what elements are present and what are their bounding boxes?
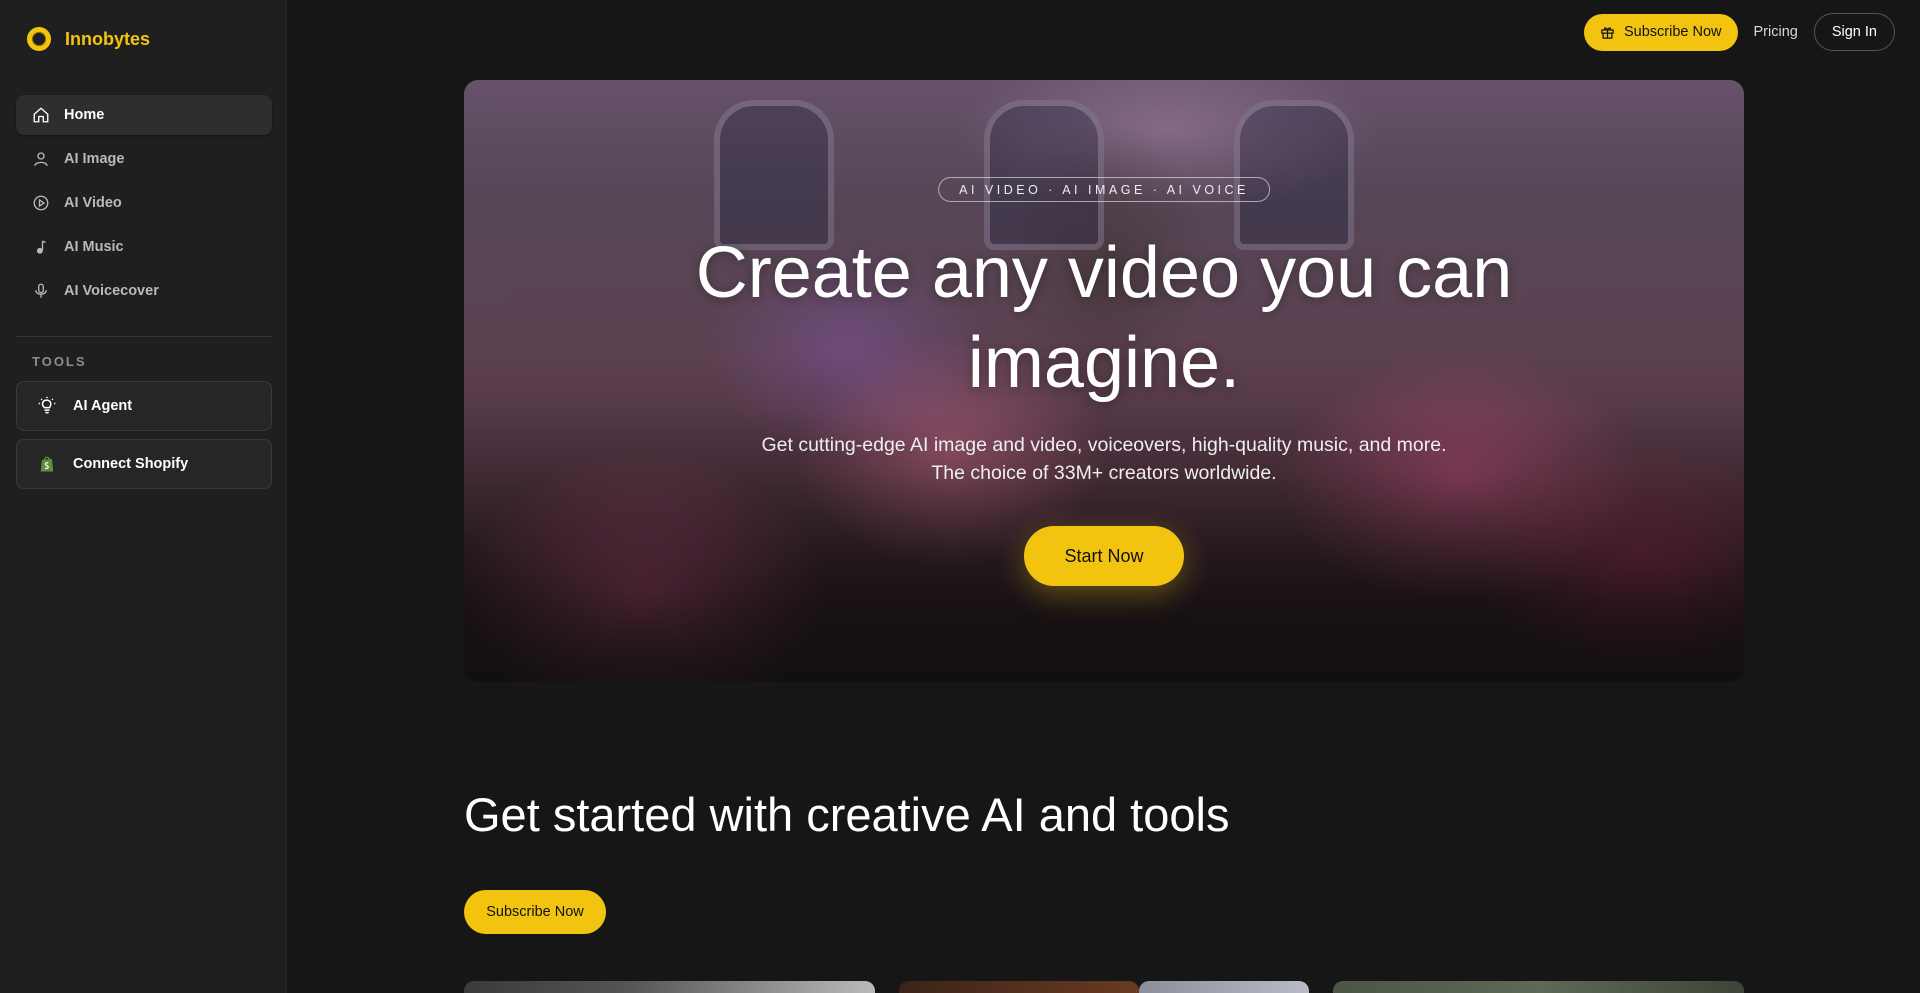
sidebar-item-label: AI Music (64, 239, 124, 255)
brand[interactable]: Innobytes (27, 27, 150, 51)
home-icon (33, 107, 49, 123)
tool-ai-agent[interactable]: AI Agent (16, 381, 272, 431)
hero-banner: AI VIDEO · AI IMAGE · AI VOICE Create an… (464, 80, 1744, 682)
brand-logo-icon (27, 27, 51, 51)
shopify-icon (40, 456, 54, 472)
play-circle-icon (33, 195, 49, 211)
person-icon (34, 152, 48, 166)
sign-in-label: Sign In (1831, 24, 1877, 40)
sidebar-item-label: AI Voicecover (64, 283, 159, 299)
tools-heading: TOOLS (32, 354, 87, 369)
sidebar-item-home[interactable]: Home (16, 95, 272, 135)
feature-card-thumbnail[interactable] (464, 981, 875, 993)
feature-card-thumbnail[interactable] (1333, 981, 1744, 993)
sign-in-button[interactable]: Sign In (1813, 13, 1895, 51)
tool-label: Connect Shopify (73, 456, 189, 472)
microphone-icon (35, 283, 47, 298)
music-note-icon (36, 240, 46, 254)
sidebar-item-ai-video[interactable]: AI Video (16, 183, 272, 223)
subscribe-button-top[interactable]: Subscribe Now (1584, 13, 1738, 51)
tool-label: AI Agent (73, 398, 133, 414)
hero-subtitle-line2: The choice of 33M+ creators worldwide. (931, 462, 1277, 484)
feature-card-thumbnail[interactable] (899, 981, 1139, 993)
subscribe-button-label: Subscribe Now (1624, 24, 1722, 40)
hero-content: AI VIDEO · AI IMAGE · AI VOICE Create an… (464, 80, 1744, 682)
sidebar-nav: Home AI Image AI Video AI Music AI Voice… (16, 95, 272, 315)
section-title: Get started with creative AI and tools (464, 788, 1230, 841)
subscribe-button-main[interactable]: Subscribe Now (464, 890, 606, 934)
lightbulb-icon (38, 396, 56, 414)
gift-icon (1601, 26, 1614, 39)
pricing-link[interactable]: Pricing (1754, 24, 1798, 40)
brand-name: Innobytes (65, 28, 151, 49)
hero-title: Create any video you can imagine. (695, 233, 1513, 403)
sidebar-item-ai-music[interactable]: AI Music (16, 227, 272, 267)
top-bar: Subscribe Now Pricing Sign In (1584, 13, 1895, 51)
sidebar-item-ai-voicecover[interactable]: AI Voicecover (16, 271, 272, 311)
feature-card-thumbnail[interactable] (1139, 981, 1309, 993)
sidebar-item-label: Home (64, 107, 105, 123)
hero-subtitle: Get cutting-edge AI image and video, voi… (604, 431, 1604, 487)
sidebar: Innobytes Home AI Image AI Video AI Musi… (0, 0, 287, 993)
sidebar-item-ai-image[interactable]: AI Image (16, 139, 272, 179)
hero-tag-pill: AI VIDEO · AI IMAGE · AI VOICE (938, 177, 1270, 202)
start-now-button[interactable]: Start Now (1024, 526, 1184, 586)
hero-subtitle-line1: Get cutting-edge AI image and video, voi… (761, 434, 1447, 456)
sidebar-divider (16, 336, 272, 337)
sidebar-item-label: AI Image (64, 151, 125, 167)
tool-connect-shopify[interactable]: Connect Shopify (16, 439, 272, 489)
sidebar-item-label: AI Video (64, 195, 122, 211)
